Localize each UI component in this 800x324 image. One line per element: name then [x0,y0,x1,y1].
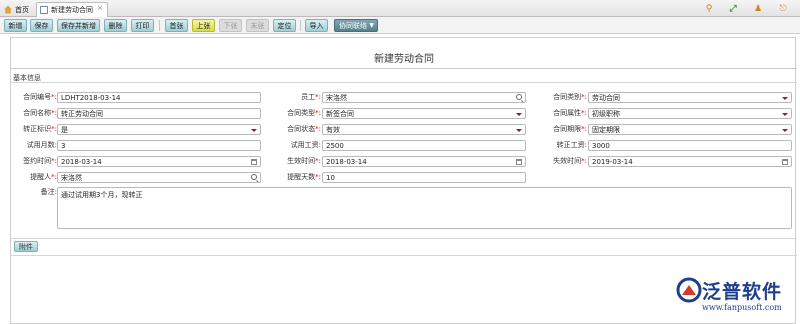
home-icon [4,5,12,14]
brand-name: 泛普软件 [702,281,783,303]
exit-icon[interactable]: ⎋ [777,3,789,15]
assist-dropdown-button[interactable]: 协同联络 ▼ [334,19,378,32]
chevron-down-icon [516,113,522,116]
logo-mark-icon [676,277,702,303]
search-icon[interactable] [251,174,257,180]
contract-name-field[interactable]: 转正劳动合同 [57,108,261,119]
reminder-person-field[interactable]: 宋洛然 [57,172,261,183]
tab-new-contract-label: 新建劳动合同 [51,6,93,14]
toolbar-divider [300,20,301,31]
contract-status-label: 合同状态*: [287,125,321,133]
new-button[interactable]: 新增 [4,19,27,32]
tab-bar: 首页 新建劳动合同 × ⚲ ⤢ ♟ ⎋ [0,0,800,17]
close-icon[interactable]: × [97,4,103,12]
contract-category-label: 合同类别*: [553,93,587,101]
chevron-down-icon [782,97,788,100]
sign-date-field[interactable]: 2018-03-14 [57,156,261,167]
page-title: 新建劳动合同 [374,54,434,65]
previous-record-button[interactable]: 上张 [192,19,215,32]
first-record-button[interactable]: 首张 [165,19,188,32]
regular-flag-select[interactable]: 是 [57,124,261,135]
chevron-down-icon: ▼ [369,22,374,29]
probation-salary-label: 试用工资: [290,141,321,149]
calendar-icon[interactable] [251,159,257,165]
sign-date-label: 签约时间*: [23,157,57,165]
contract-status-select[interactable]: 有效 [322,124,526,135]
reminder-days-field[interactable]: 10 [322,172,526,183]
remark-textarea[interactable]: 通过试用期3个月，现转正 [57,187,792,229]
toolbar-divider [159,20,160,31]
effective-date-field[interactable]: 2018-03-14 [322,156,526,167]
save-new-button[interactable]: 保存并新增 [57,19,100,32]
contract-type-label: 合同类型*: [287,109,321,117]
calendar-icon[interactable] [782,159,788,165]
regular-salary-field[interactable]: 3000 [588,140,792,151]
regular-flag-label: 转正标识*: [23,125,57,133]
contract-property-label: 合同属性*: [553,109,587,117]
effective-date-label: 生效时间*: [287,157,321,165]
users-icon[interactable]: ♟ [752,3,764,15]
contract-term-label: 合同期限*: [553,125,587,133]
expiry-date-field[interactable]: 2019-03-14 [588,156,792,167]
employee-field[interactable]: 宋洛然 [322,92,526,103]
contract-name-label: 合同名称*: [23,109,57,117]
toolbar: 新增 保存 保存并新增 删除 打印 首张 上张 下张 末张 定位 导入 协同联络… [0,17,800,34]
contract-property-select[interactable]: 初级职称 [588,108,792,119]
fullscreen-icon[interactable]: ⤢ [727,3,739,15]
delete-button[interactable]: 删除 [104,19,127,32]
contract-no-field[interactable]: LDHT2018-03-14 [57,92,261,103]
next-record-button[interactable]: 下张 [219,19,242,32]
divider [11,68,797,69]
search-icon[interactable] [516,94,522,100]
save-button[interactable]: 保存 [30,19,53,32]
probation-months-field[interactable]: 3 [57,140,261,151]
attachment-button[interactable]: 附件 [14,241,38,252]
chevron-down-icon [251,129,257,132]
contract-no-label: 合同编号*: [23,93,57,101]
chevron-down-icon [782,129,788,132]
tab-home-label: 首页 [15,5,29,14]
tab-new-contract[interactable]: 新建劳动合同 × [36,2,108,17]
chevron-down-icon [782,113,788,116]
document-icon [40,6,48,14]
probation-salary-field[interactable]: 2500 [322,140,526,151]
import-button[interactable]: 导入 [305,19,328,32]
chevron-down-icon [516,129,522,132]
calendar-icon[interactable] [516,159,522,165]
reminder-person-label: 提醒人*: [30,173,57,181]
divider [11,255,797,256]
remark-label: 备注: [40,188,57,196]
probation-months-label: 试用月数: [26,141,57,149]
tab-home[interactable]: 首页 [4,2,36,17]
assist-label: 协同联络 [339,22,367,30]
contract-category-select[interactable]: 劳动合同 [588,92,792,103]
brand-logo: 泛普软件 www.fanpusoft.com [676,277,798,321]
employee-label: 员工*: [301,93,321,101]
regular-salary-label: 转正工资: [556,141,587,149]
contract-term-select[interactable]: 固定期限 [588,124,792,135]
expiry-date-label: 失效时间*: [553,157,587,165]
reminder-days-label: 提醒天数*: [287,173,321,181]
contract-type-select[interactable]: 新签合同 [322,108,526,119]
locate-button[interactable]: 定位 [273,19,296,32]
last-record-button[interactable]: 末张 [246,19,269,32]
brand-url: www.fanpusoft.com [702,303,782,312]
search-icon[interactable]: ⚲ [703,3,715,15]
print-button[interactable]: 打印 [131,19,154,32]
